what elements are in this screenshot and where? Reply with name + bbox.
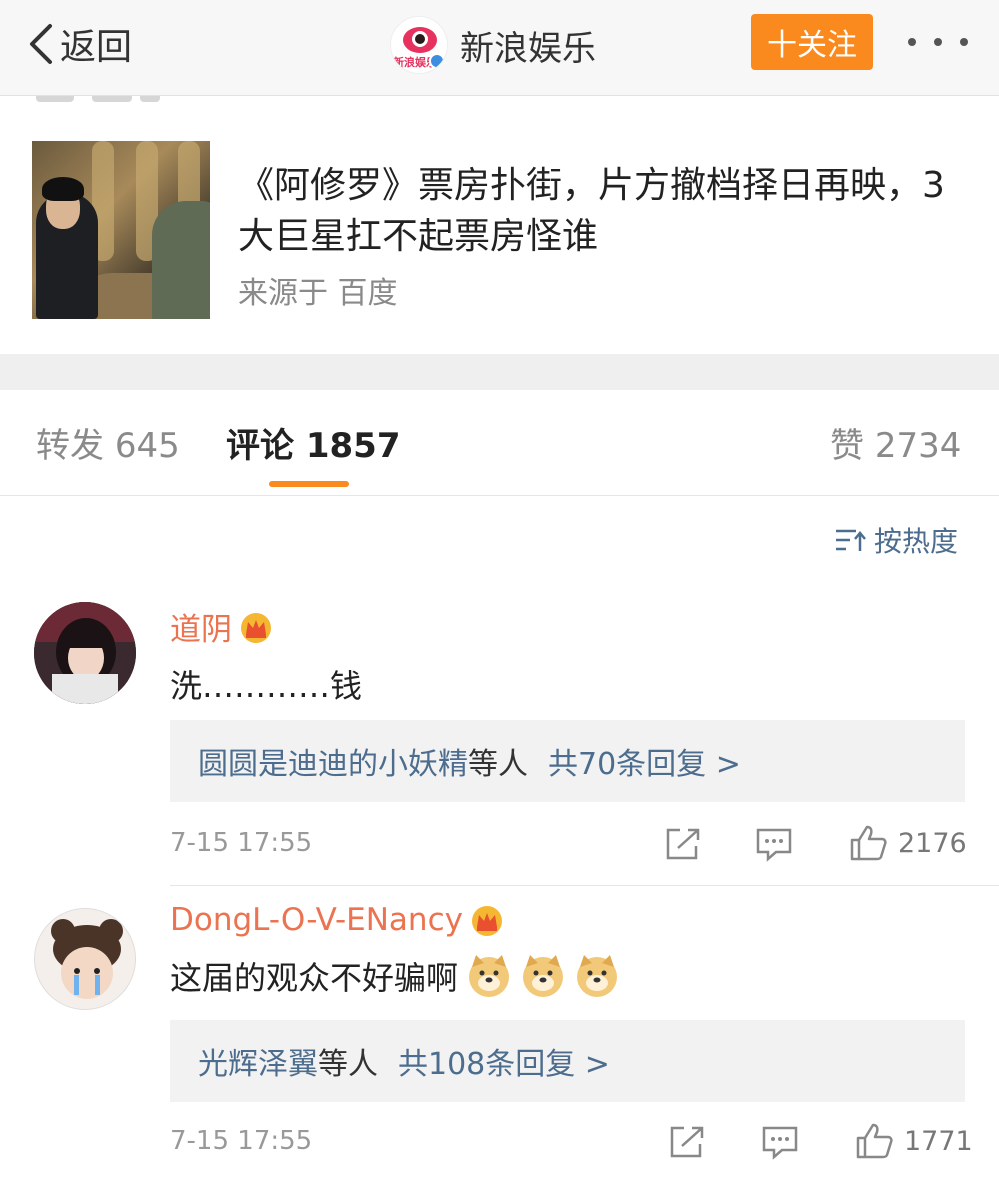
reply-icon[interactable] — [760, 1124, 800, 1160]
doge-emoji-icon — [577, 955, 618, 997]
share-icon[interactable] — [664, 826, 704, 862]
like-count: 2176 — [898, 827, 967, 859]
shared-article-card[interactable]: 《阿修罗》票房扑街，片方撤档择日再映，3大巨星扛不起票房怪谁 来源于 百度 — [0, 114, 999, 354]
chevron-left-icon — [30, 24, 52, 64]
verified-badge-icon — [429, 53, 445, 69]
tab-repost-count: 645 — [114, 426, 180, 466]
sort-icon — [836, 529, 866, 551]
tab-likes[interactable]: 赞 2734 — [830, 418, 961, 467]
doge-emoji-icon — [523, 955, 564, 997]
comment-text: 这届的观众不好骗啊 — [170, 959, 459, 997]
article-title: 《阿修罗》票房扑街，片方撤档择日再映，3大巨星扛不起票房怪谁 — [238, 165, 945, 257]
comment-item: 道阴 洗…………钱 圆圆是迪迪的小妖精 等人 共70条回复 > 7-15 17:… — [0, 590, 999, 886]
reply-author[interactable]: 圆圆是迪迪的小妖精 — [198, 739, 468, 783]
tab-likes-count: 2734 — [874, 426, 962, 466]
like-count: 1771 — [904, 1125, 973, 1157]
top-nav-bar: 返回 新浪娱乐 新浪娱乐 十关注 — [0, 0, 999, 96]
reply-suffix: 等人 — [318, 1047, 378, 1082]
account-name: 新浪娱乐 — [460, 28, 596, 69]
replies-preview[interactable]: 光辉泽翼 等人 共108条回复 > — [170, 1020, 965, 1102]
avatar[interactable] — [34, 602, 136, 704]
tab-likes-label: 赞 — [830, 426, 864, 466]
section-divider — [0, 354, 999, 390]
doge-emoji-icon — [469, 955, 510, 997]
follow-button[interactable]: 十关注 — [751, 14, 873, 70]
back-label: 返回 — [60, 27, 133, 68]
reply-count[interactable]: 共108条回复 > — [398, 1039, 610, 1083]
tab-comments-label: 评论 — [226, 426, 294, 466]
avatar[interactable] — [34, 908, 136, 1010]
sort-by-hot-button[interactable]: 按热度 — [834, 520, 958, 560]
tab-repost-label: 转发 — [36, 426, 104, 466]
article-thumbnail — [32, 141, 210, 319]
comment-timestamp: 7-15 17:55 — [170, 1126, 313, 1156]
active-tab-indicator — [269, 481, 349, 487]
vip-crown-icon — [241, 612, 271, 643]
more-dots-icon[interactable] — [908, 30, 968, 54]
tab-comments[interactable]: 评论 1857 — [226, 418, 400, 467]
tab-repost[interactable]: 转发 645 — [36, 418, 180, 467]
sina-entertainment-logo: 新浪娱乐 — [390, 16, 448, 74]
thumbs-up-icon — [856, 1123, 893, 1159]
username[interactable]: DongL-O-V-ENancy — [170, 902, 463, 938]
share-icon[interactable] — [668, 1124, 708, 1160]
interaction-tabs: 转发 645 评论 1857 赞 2734 — [0, 390, 999, 496]
comment-timestamp: 7-15 17:55 — [170, 828, 313, 858]
comment-text-row: 这届的观众不好骗啊 — [170, 950, 620, 1002]
back-button[interactable]: 返回 — [24, 16, 132, 72]
reply-author[interactable]: 光辉泽翼 — [198, 1039, 318, 1083]
account-header[interactable]: 新浪娱乐 新浪娱乐 — [390, 14, 596, 76]
like-button[interactable]: 1771 — [854, 1122, 973, 1160]
thumbs-up-icon — [850, 825, 887, 861]
vip-crown-icon — [471, 906, 502, 936]
reply-icon[interactable] — [754, 826, 794, 862]
reply-suffix: 等人 — [468, 747, 528, 782]
sort-label: 按热度 — [874, 525, 959, 558]
comment-text: 洗…………钱 — [170, 667, 363, 705]
comment-item: DongL-O-V-ENancy 这届的观众不好骗啊 光辉泽翼 等人 共108条… — [0, 886, 999, 1190]
replies-preview[interactable]: 圆圆是迪迪的小妖精 等人 共70条回复 > — [170, 720, 965, 802]
cut-off-content-strip — [0, 96, 999, 114]
tab-comments-count: 1857 — [305, 426, 401, 466]
article-source: 来源于 百度 — [238, 276, 398, 311]
username[interactable]: 道阴 — [170, 604, 232, 649]
reply-count[interactable]: 共70条回复 > — [548, 739, 741, 783]
like-button[interactable]: 2176 — [848, 824, 967, 862]
